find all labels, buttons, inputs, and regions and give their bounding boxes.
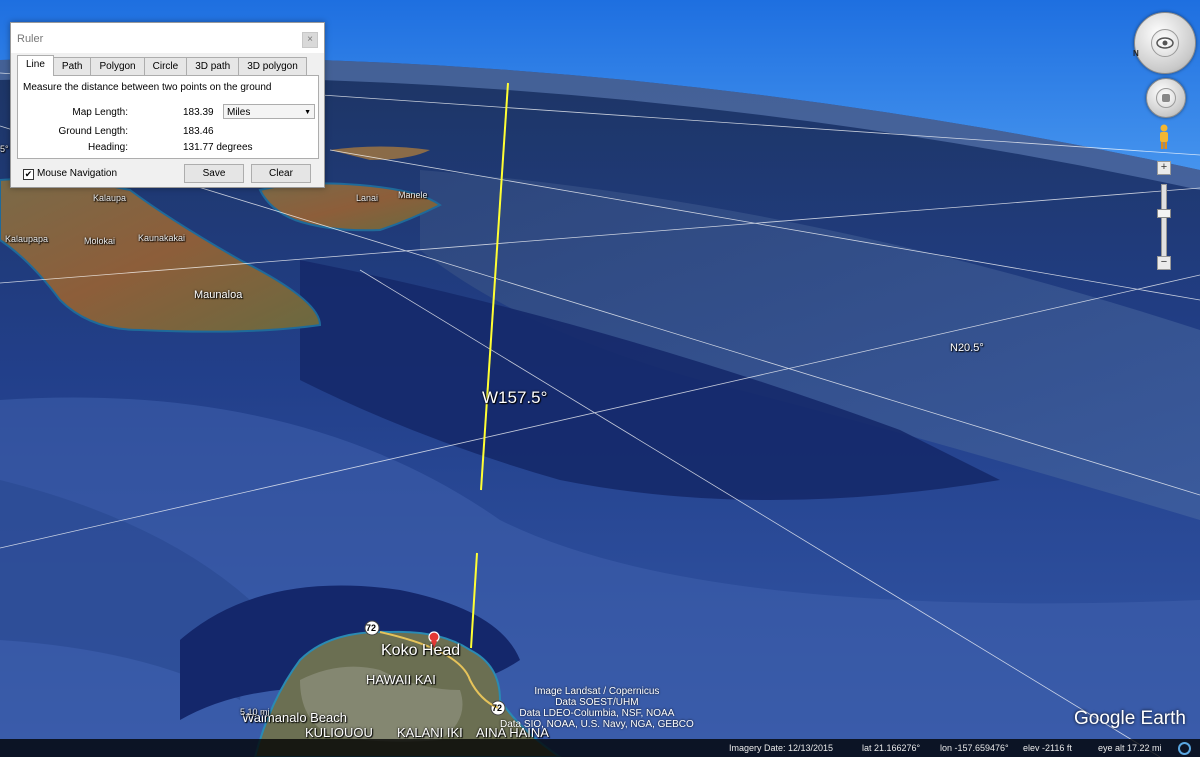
scale-label: 5.10 mi [240, 707, 270, 717]
status-bar: Imagery Date: 12/13/2015 lat 21.166276° … [0, 739, 1200, 757]
street-view-pegman-icon[interactable] [1157, 124, 1171, 150]
ruler-titlebar[interactable]: Ruler × [11, 23, 324, 53]
tab-3d-polygon[interactable]: 3D polygon [238, 57, 307, 76]
chevron-down-icon: ▼ [304, 109, 311, 116]
mouse-navigation-label: Mouse Navigation [37, 168, 118, 179]
place-label-kalaupapa: Kalaupapa [5, 234, 49, 244]
clear-button[interactable]: Clear [251, 164, 311, 183]
look-compass-ring[interactable]: N [1133, 12, 1196, 74]
latitude-readout: lat 21.166276° [862, 743, 921, 753]
zoom-slider-track[interactable] [1161, 184, 1167, 258]
place-label-kalaupa: Kalaupa [93, 193, 127, 203]
ruler-title: Ruler [17, 33, 44, 45]
graticule-edge-label: 5° [0, 144, 9, 154]
elevation-readout: elev -2116 ft [1023, 743, 1072, 753]
meridian-label: W157.5° [482, 388, 548, 407]
move-control[interactable] [1146, 78, 1186, 118]
place-label-hawaii-kai: HAWAII KAI [366, 672, 436, 687]
ground-length-label: Ground Length: [58, 126, 129, 137]
close-button[interactable]: × [302, 32, 318, 48]
place-label-molokai: Molokai [84, 236, 116, 246]
zoom-slider-handle[interactable] [1157, 209, 1171, 218]
credit-line: Image Landsat / Copernicus [534, 686, 660, 697]
place-label-lanai: Lanai [356, 193, 379, 203]
google-earth-logo: Google Earth [1074, 708, 1186, 729]
tab-circle[interactable]: Circle [143, 57, 188, 76]
place-label-manele: Manele [398, 190, 428, 200]
parallel-label: N20.5° [950, 342, 984, 354]
eye-altitude-readout: eye alt 17.22 mi [1098, 743, 1162, 753]
heading-value: 131.77 degrees [183, 142, 253, 153]
ruler-description: Measure the distance between two points … [23, 82, 272, 93]
tab-path[interactable]: Path [52, 57, 92, 76]
unit-dropdown[interactable]: Miles ▼ [223, 104, 315, 119]
map-length-value: 183.39 [183, 107, 214, 118]
credit-line: Data SOEST/UHM [555, 697, 639, 708]
place-label-kuliouou: KULIOUOU [305, 725, 373, 740]
tab-3d-path[interactable]: 3D path [186, 57, 240, 76]
ground-length-value: 183.46 [183, 126, 214, 137]
place-label-maunaloa: Maunaloa [194, 289, 243, 301]
ruler-dialog: Ruler × Line Path Polygon Circle 3D path… [10, 22, 325, 188]
tab-line[interactable]: Line [17, 55, 54, 76]
imagery-credits: Image Landsat / Copernicus Data SOEST/UH… [500, 686, 694, 730]
look-eye-icon[interactable] [1151, 29, 1179, 57]
place-label-koko-head[interactable]: Koko Head [381, 642, 460, 660]
move-hand-icon[interactable] [1156, 88, 1176, 108]
ruler-tabs: Line Path Polygon Circle 3D path 3D poly… [17, 55, 307, 76]
streaming-status-icon [1178, 742, 1191, 755]
place-label-kaunakakai: Kaunakakai [138, 233, 186, 243]
mouse-navigation-checkbox[interactable]: ✔ [23, 169, 34, 180]
tab-polygon[interactable]: Polygon [90, 57, 145, 76]
zoom-in-button[interactable]: + [1157, 161, 1171, 175]
unit-dropdown-value: Miles [227, 107, 251, 118]
heading-label: Heading: [87, 142, 128, 153]
zoom-out-button[interactable]: − [1157, 256, 1171, 270]
map-length-label: Map Length: [72, 107, 128, 118]
credit-line: Data LDEO-Columbia, NSF, NOAA [519, 708, 675, 719]
save-button[interactable]: Save [184, 164, 244, 183]
place-label-kalani-iki: KALANI IKI [397, 725, 463, 740]
credit-line: Data SIO, NOAA, U.S. Navy, NGA, GEBCO [500, 719, 694, 730]
highway-number: 72 [366, 623, 377, 633]
ruler-line-panel: Measure the distance between two points … [17, 75, 319, 159]
imagery-date: Imagery Date: 12/13/2015 [729, 743, 834, 753]
longitude-readout: lon -157.659476° [940, 743, 1009, 753]
north-indicator[interactable]: N [1133, 49, 1139, 58]
